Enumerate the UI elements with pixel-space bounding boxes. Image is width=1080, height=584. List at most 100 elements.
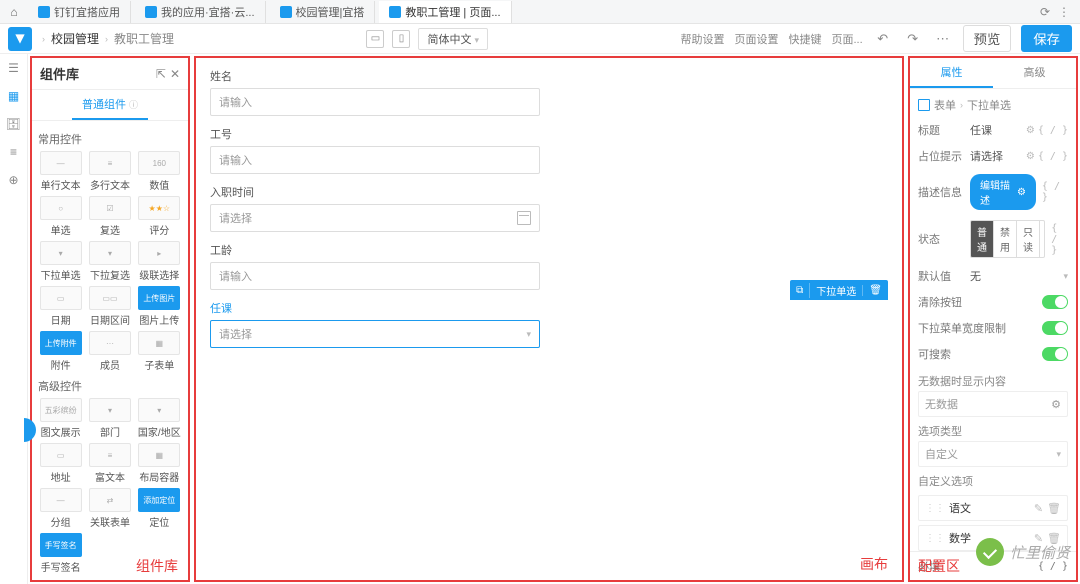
breadcrumb-app[interactable]: 校园管理 — [51, 30, 99, 47]
prop-state: 状态 普通 禁用 只读 隐藏 { / } — [918, 215, 1068, 263]
gear-icon[interactable]: ⚙ — [1026, 151, 1035, 162]
language-select[interactable]: 简体中文 ▾ — [418, 28, 488, 50]
close-icon[interactable]: ✕ — [170, 67, 180, 81]
text-input[interactable]: 请输入 — [210, 88, 540, 116]
tool-copy-icon[interactable]: ⧉ — [790, 285, 809, 296]
lib-item[interactable]: ≡多行文本 — [87, 151, 132, 192]
drag-icon[interactable]: ⋮⋮ — [925, 503, 945, 514]
pin-icon[interactable]: ⇱ — [156, 67, 166, 81]
drag-icon[interactable]: ⋮⋮ — [925, 533, 945, 544]
link-help[interactable]: 帮助设置 — [681, 31, 725, 47]
link-shortcuts[interactable]: 快捷键 — [789, 31, 822, 47]
preview-button[interactable]: 预览 — [963, 25, 1012, 52]
device-desktop-icon[interactable]: ▭ — [366, 30, 384, 48]
undo-icon[interactable]: ↶ — [873, 31, 893, 47]
props-tab-attr[interactable]: 属性 — [910, 58, 993, 88]
device-mobile-icon[interactable]: ▯ — [392, 30, 410, 48]
rail-components-icon[interactable]: ▦ — [6, 88, 22, 104]
edit-icon[interactable]: ✎ — [1034, 502, 1043, 515]
home-icon[interactable]: ⌂ — [4, 5, 24, 19]
refresh-icon[interactable]: ⟳ — [1040, 5, 1050, 19]
lib-item[interactable]: —单行文本 — [38, 151, 83, 192]
lib-item[interactable]: 上传图片图片上传 — [137, 286, 182, 327]
lib-thumb: ▭ — [40, 286, 82, 310]
browser-tab[interactable]: 我的应用·宜搭·云... — [135, 1, 266, 23]
browser-tab[interactable]: 钉钉宜搭应用 — [28, 1, 131, 23]
lib-item[interactable]: ▾部门 — [87, 398, 132, 439]
lib-item[interactable]: ▦子表单 — [137, 331, 182, 372]
lib-item[interactable]: ▾下拉复选 — [87, 241, 132, 282]
lib-item[interactable]: ≡富文本 — [87, 443, 132, 484]
lib-item[interactable]: ★★☆评分 — [137, 196, 182, 237]
prop-searchable: 可搜索 — [918, 341, 1068, 367]
state-segmented[interactable]: 普通 禁用 只读 隐藏 — [970, 220, 1045, 258]
text-input[interactable]: 请输入 — [210, 262, 540, 290]
chevron-down-icon[interactable]: ▾ — [1063, 271, 1068, 282]
toggle-search[interactable] — [1042, 347, 1068, 361]
lib-item[interactable]: ☑复选 — [87, 196, 132, 237]
lib-item[interactable]: ⇄关联表单 — [87, 488, 132, 529]
more-icon[interactable]: ⋯ — [933, 31, 953, 47]
option-row[interactable]: ⋮⋮数学✎🗑 — [918, 525, 1068, 551]
lib-item[interactable]: ▭地址 — [38, 443, 83, 484]
fx-icon[interactable]: { / } — [1051, 223, 1068, 256]
edit-icon[interactable]: ✎ — [1034, 532, 1043, 545]
link-page-settings[interactable]: 页面设置 — [735, 31, 779, 47]
lib-item[interactable]: ▭▭日期区间 — [87, 286, 132, 327]
delete-icon[interactable]: 🗑 — [1047, 532, 1061, 545]
tool-delete-icon[interactable]: 🗑 — [862, 285, 888, 296]
rail-data-icon[interactable]: 🗄 — [6, 116, 22, 132]
rail-code-icon[interactable]: ≡ — [6, 144, 22, 160]
prop-custom-opts-label: 自定义选项 — [918, 467, 1068, 491]
fx-icon[interactable]: { / } — [1038, 125, 1068, 136]
text-input[interactable]: 请输入 — [210, 146, 540, 174]
gear-icon[interactable]: ⚙ — [1026, 125, 1035, 136]
form-field[interactable]: 工号请输入 — [210, 126, 888, 174]
redo-icon[interactable]: ↷ — [903, 31, 923, 47]
lib-item[interactable]: ▾国家/地区 — [137, 398, 182, 439]
toggle-limit[interactable] — [1042, 321, 1068, 335]
lib-item[interactable]: 160数值 — [137, 151, 182, 192]
form-field-selected[interactable]: ⧉ 下拉单选 🗑 任课 请选择 ▾ — [210, 300, 888, 348]
date-input[interactable]: 请选择 — [210, 204, 540, 232]
save-button[interactable]: 保存 — [1021, 25, 1072, 52]
lib-item[interactable]: ▭日期 — [38, 286, 83, 327]
prop-empty-input[interactable]: 无数据⚙ — [918, 391, 1068, 417]
lib-item[interactable]: 五彩缤纷图文展示 — [38, 398, 83, 439]
lib-item[interactable]: —分组 — [38, 488, 83, 529]
lib-item[interactable]: 手写签名手写签名 — [38, 533, 83, 574]
delete-icon[interactable]: 🗑 — [1047, 502, 1061, 515]
menu-icon[interactable]: ⋮ — [1058, 5, 1070, 19]
breadcrumb-page[interactable]: 教职工管理 — [114, 30, 174, 47]
lib-item[interactable]: ▾下拉单选 — [38, 241, 83, 282]
lib-item[interactable]: ▸级联选择 — [137, 241, 182, 282]
form-canvas[interactable]: 姓名请输入工号请输入入职时间请选择工龄请输入 ⧉ 下拉单选 🗑 任课 请选择 ▾… — [194, 56, 904, 582]
props-tab-advanced[interactable]: 高级 — [993, 58, 1076, 88]
prop-opt-type-select[interactable]: 自定义▾ — [918, 441, 1068, 467]
edit-desc-button[interactable]: 编辑描述 ⚙ — [970, 174, 1036, 210]
browser-tab[interactable]: 校园管理|宜搭 — [270, 1, 376, 23]
rail-outline-icon[interactable]: ☰ — [6, 60, 22, 76]
gear-icon[interactable]: ⚙ — [1051, 398, 1061, 411]
lib-thumb: ▾ — [89, 241, 131, 265]
lib-item[interactable]: ○单选 — [38, 196, 83, 237]
app-logo[interactable] — [8, 27, 32, 51]
option-row[interactable]: ⋮⋮语文✎🗑 — [918, 495, 1068, 521]
lib-item[interactable]: ▦布局容器 — [137, 443, 182, 484]
lib-tab-common[interactable]: 普通组件ⓘ — [72, 90, 148, 120]
fx-icon[interactable]: { / } — [1038, 151, 1068, 162]
rail-globe-icon[interactable]: ⊕ — [6, 172, 22, 188]
form-field[interactable]: 工龄请输入 — [210, 242, 888, 290]
lib-item[interactable]: 上传附件附件 — [38, 331, 83, 372]
lib-item[interactable]: ···成员 — [87, 331, 132, 372]
toggle-clear[interactable] — [1042, 295, 1068, 309]
lib-item[interactable]: 添加定位定位 — [137, 488, 182, 529]
form-field[interactable]: 姓名请输入 — [210, 68, 888, 116]
fx-icon[interactable]: { / } — [1042, 181, 1068, 203]
select-input[interactable]: 请选择 ▾ — [210, 320, 540, 348]
lib-section-common: 常用控件 — [38, 131, 182, 147]
fx-icon[interactable]: { / } — [1038, 561, 1068, 572]
browser-tab-active[interactable]: 教职工管理 | 页面... — [379, 1, 511, 23]
form-field[interactable]: 入职时间请选择 — [210, 184, 888, 232]
link-page-more[interactable]: 页面... — [832, 31, 863, 47]
